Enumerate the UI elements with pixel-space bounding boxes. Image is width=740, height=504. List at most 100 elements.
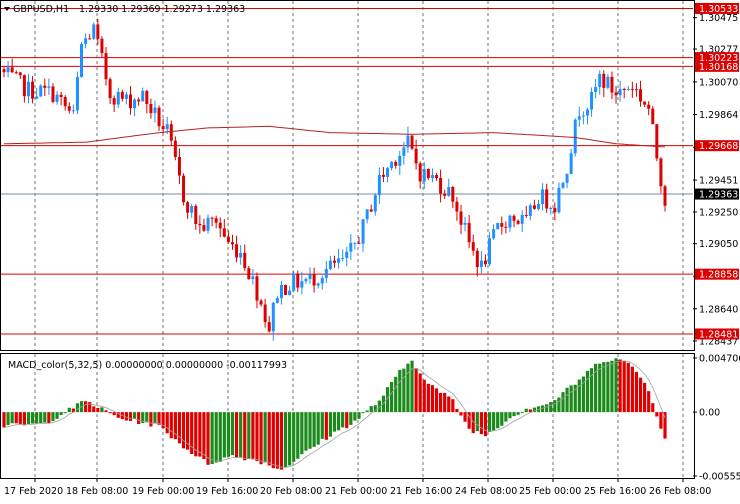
candle-body[interactable] — [626, 88, 630, 90]
candle-body[interactable] — [63, 97, 67, 107]
candle-body[interactable] — [80, 44, 84, 77]
macd-bar[interactable] — [43, 412, 47, 423]
candle-body[interactable] — [545, 189, 549, 209]
candle-body[interactable] — [634, 89, 638, 91]
candle-body[interactable] — [59, 94, 63, 98]
candle-body[interactable] — [365, 209, 369, 220]
macd-bar[interactable] — [483, 412, 488, 437]
candle-body[interactable] — [467, 222, 471, 243]
macd-bar[interactable] — [459, 412, 463, 416]
candle-body[interactable] — [173, 140, 177, 157]
macd-bar[interactable] — [6, 412, 10, 426]
macd-bar[interactable] — [239, 412, 243, 458]
candle-body[interactable] — [651, 108, 655, 125]
candle-body[interactable] — [377, 174, 381, 196]
macd-bar[interactable] — [418, 373, 422, 413]
macd-bar[interactable] — [10, 412, 14, 424]
candle-body[interactable] — [483, 260, 487, 265]
macd-bar[interactable] — [390, 381, 394, 413]
candle-body[interactable] — [267, 322, 271, 332]
candle-body[interactable] — [630, 88, 634, 90]
candle-body[interactable] — [100, 38, 104, 54]
candle-body[interactable] — [255, 276, 259, 301]
candle-body[interactable] — [528, 205, 532, 216]
macd-bar[interactable] — [369, 406, 373, 413]
macd-bar[interactable] — [561, 392, 565, 413]
candle-body[interactable] — [390, 161, 394, 169]
candle-body[interactable] — [451, 187, 455, 202]
macd-bar[interactable] — [247, 412, 251, 459]
macd-bar[interactable] — [59, 412, 63, 415]
macd-bar[interactable] — [324, 412, 328, 440]
macd-bar[interactable] — [406, 363, 410, 413]
candle-body[interactable] — [488, 238, 492, 265]
candle-body[interactable] — [312, 274, 316, 286]
macd-bar[interactable] — [345, 412, 349, 429]
candle-body[interactable] — [153, 107, 157, 114]
macd-bar[interactable] — [545, 404, 549, 413]
macd-bar[interactable] — [157, 412, 161, 425]
candle-body[interactable] — [206, 217, 210, 231]
macd-bar[interactable] — [39, 412, 43, 423]
macd-bar[interactable] — [234, 412, 239, 458]
candle-body[interactable] — [381, 174, 385, 177]
candle-body[interactable] — [133, 99, 137, 109]
candle-body[interactable] — [190, 205, 194, 213]
macd-bar[interactable] — [614, 358, 618, 413]
candle-body[interactable] — [426, 168, 430, 179]
macd-bar[interactable] — [92, 406, 96, 413]
candle-body[interactable] — [341, 257, 345, 259]
candle-body[interactable] — [585, 109, 589, 116]
macd-bar[interactable] — [524, 408, 528, 413]
macd-bar[interactable] — [177, 412, 182, 444]
macd-bar[interactable] — [96, 407, 100, 413]
candle-body[interactable] — [14, 72, 18, 74]
macd-bar[interactable] — [487, 412, 492, 433]
macd-bar[interactable] — [638, 377, 643, 413]
macd-bar[interactable] — [577, 379, 581, 413]
macd-bar[interactable] — [316, 412, 320, 445]
candle-body[interactable] — [659, 158, 663, 187]
candle-body[interactable] — [422, 168, 426, 182]
candle-body[interactable] — [300, 281, 304, 288]
candle-body[interactable] — [447, 187, 451, 196]
candle-body[interactable] — [500, 223, 504, 227]
candle-body[interactable] — [455, 201, 459, 212]
candle-body[interactable] — [88, 38, 92, 40]
candle-body[interactable] — [333, 260, 336, 263]
macd-bar[interactable] — [618, 359, 622, 413]
macd-bar[interactable] — [243, 412, 247, 461]
macd-bar[interactable] — [259, 412, 263, 465]
chart-svg[interactable]: 1.304751.302771.300701.298641.296581.294… — [0, 0, 740, 500]
macd-bar[interactable] — [504, 412, 508, 422]
macd-bar[interactable] — [112, 412, 116, 416]
candle-body[interactable] — [202, 225, 206, 231]
candle-body[interactable] — [345, 251, 349, 258]
macd-bar[interactable] — [288, 412, 292, 466]
macd-bar[interactable] — [108, 412, 112, 414]
candle-body[interactable] — [402, 147, 406, 156]
macd-bar[interactable] — [602, 362, 606, 413]
candle-body[interactable] — [259, 300, 263, 305]
candle-body[interactable] — [149, 104, 153, 114]
macd-bar[interactable] — [26, 412, 31, 425]
candle-body[interactable] — [406, 135, 410, 148]
candle-body[interactable] — [137, 99, 141, 102]
candle-body[interactable] — [573, 119, 577, 154]
macd-bar[interactable] — [210, 412, 214, 465]
candle-body[interactable] — [435, 175, 439, 179]
candle-body[interactable] — [214, 218, 218, 223]
candle-body[interactable] — [43, 85, 47, 88]
candle-body[interactable] — [186, 202, 190, 213]
candle-body[interactable] — [55, 94, 59, 102]
macd-bar[interactable] — [75, 403, 80, 413]
macd-bar[interactable] — [218, 412, 222, 462]
candle-body[interactable] — [479, 260, 483, 268]
macd-bar[interactable] — [634, 371, 639, 413]
candle-body[interactable] — [492, 229, 496, 239]
macd-bar[interactable] — [169, 412, 173, 439]
candle-body[interactable] — [235, 244, 239, 258]
macd-bar[interactable] — [149, 412, 153, 427]
macd-bar[interactable] — [565, 387, 569, 413]
macd-bar[interactable] — [18, 412, 22, 424]
